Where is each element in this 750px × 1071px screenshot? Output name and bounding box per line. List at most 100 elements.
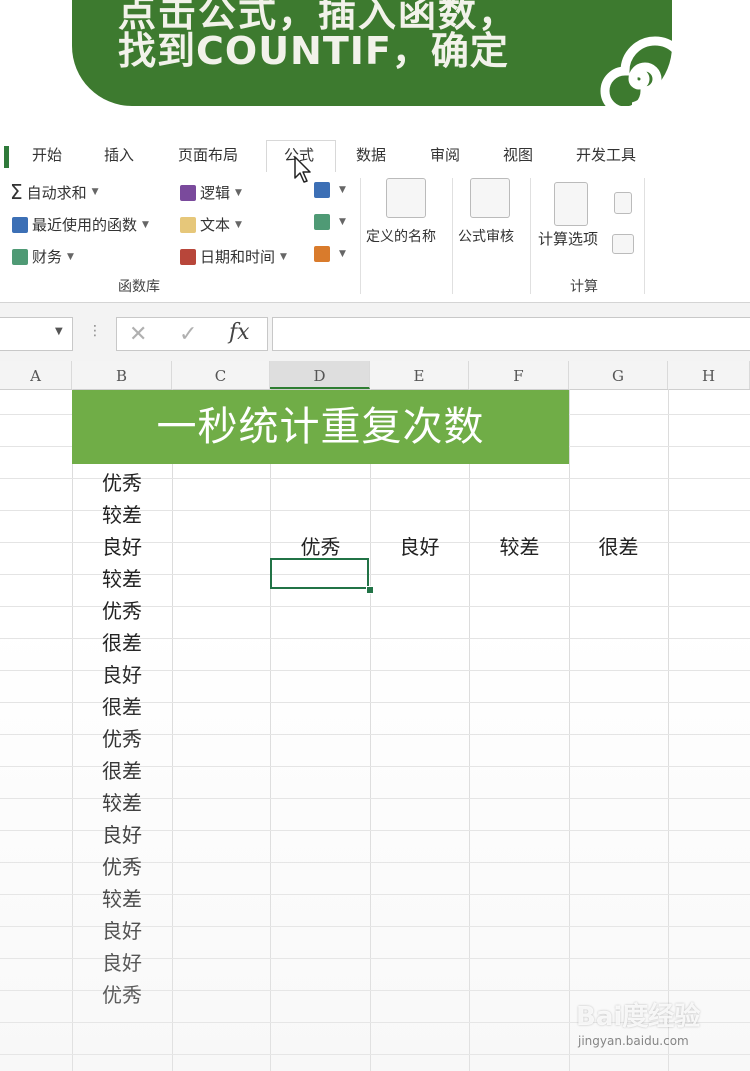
cell-b-value[interactable]: 良好 bbox=[72, 947, 172, 976]
cell-b-value[interactable]: 较差 bbox=[72, 563, 172, 592]
cell-b-value[interactable]: 优秀 bbox=[72, 467, 172, 496]
banner-line-2: 找到COUNTIF，确定 bbox=[118, 29, 509, 73]
formula-auditing-icon bbox=[470, 178, 510, 218]
calculate-sheet-icon[interactable] bbox=[612, 234, 634, 254]
tab-insert[interactable]: 插入 bbox=[104, 144, 134, 165]
cell-b-value[interactable]: 较差 bbox=[72, 883, 172, 912]
cell-b-value[interactable]: 较差 bbox=[72, 499, 172, 528]
cell-b-value[interactable]: 优秀 bbox=[72, 595, 172, 624]
column-header-a[interactable]: A bbox=[0, 361, 72, 389]
resize-handle-icon[interactable]: ⋮ bbox=[88, 323, 102, 339]
math-icon bbox=[314, 214, 330, 230]
logical-label: 逻辑 bbox=[200, 184, 231, 202]
tab-home[interactable]: 开始 bbox=[32, 144, 62, 165]
tab-review[interactable]: 审阅 bbox=[430, 144, 460, 165]
ribbon-separator bbox=[530, 178, 531, 294]
fill-handle[interactable] bbox=[366, 586, 374, 594]
text-label: 文本 bbox=[200, 216, 231, 234]
file-tab-edge[interactable] bbox=[4, 146, 9, 168]
sigma-icon: Σ bbox=[10, 180, 23, 204]
selected-cell-d6[interactable] bbox=[270, 558, 369, 589]
cell-b-value[interactable]: 良好 bbox=[72, 531, 172, 560]
column-header-f[interactable]: F bbox=[469, 361, 569, 389]
defined-names-button[interactable]: 定义的名称 bbox=[366, 226, 436, 246]
chevron-down-icon[interactable]: ▼ bbox=[55, 326, 63, 337]
recent-functions-button[interactable]: 最近使用的函数 ▼ bbox=[12, 214, 149, 235]
calculator-icon bbox=[554, 182, 588, 226]
tab-page-layout[interactable]: 页面布局 bbox=[178, 144, 238, 165]
cell-b-value[interactable]: 优秀 bbox=[72, 979, 172, 1008]
column-header-e[interactable]: E bbox=[370, 361, 469, 389]
calculation-group-label: 计算 bbox=[570, 279, 598, 295]
logical-book-icon bbox=[180, 184, 196, 201]
formula-auditing-button[interactable]: 公式审核 bbox=[458, 226, 514, 246]
formula-bar: ▼ ⋮ ✕ ✓ fx bbox=[0, 303, 750, 362]
ribbon-separator bbox=[452, 178, 453, 294]
calc-options-button[interactable]: 计算选项 bbox=[538, 228, 598, 249]
ribbon-tabs: 开始 插入 页面布局 公式 数据 审阅 视图 开发工具 bbox=[0, 140, 750, 173]
financial-button[interactable]: 财务 ▼ bbox=[12, 246, 74, 267]
ribbon-separator bbox=[360, 178, 361, 294]
chevron-down-icon: ▼ bbox=[235, 187, 242, 198]
cell-b-value[interactable]: 良好 bbox=[72, 659, 172, 688]
autosum-button[interactable]: Σ 自动求和 ▼ bbox=[10, 180, 99, 204]
math-trig-button[interactable]: ▼ bbox=[314, 214, 346, 230]
cell-b-value[interactable]: 良好 bbox=[72, 915, 172, 944]
name-box[interactable]: ▼ bbox=[0, 317, 73, 351]
swirl-decoration-icon bbox=[600, 36, 682, 116]
cell-b-value[interactable]: 很差 bbox=[72, 627, 172, 656]
column-header-h[interactable]: H bbox=[668, 361, 750, 389]
chevron-down-icon: ▼ bbox=[280, 251, 287, 262]
column-header-c[interactable]: C bbox=[172, 361, 270, 389]
grid-column-line bbox=[270, 389, 271, 1071]
tab-developer[interactable]: 开发工具 bbox=[576, 144, 636, 165]
clock-book-icon bbox=[180, 248, 196, 265]
grid-column-line bbox=[172, 389, 173, 1071]
cell-b-value[interactable]: 很差 bbox=[72, 691, 172, 720]
cell-b-value[interactable]: 很差 bbox=[72, 755, 172, 784]
logical-button[interactable]: 逻辑 ▼ bbox=[180, 182, 242, 203]
insert-function-button[interactable]: fx bbox=[229, 320, 250, 345]
header-cell-good[interactable]: 良好 bbox=[370, 531, 469, 560]
cell-b-value[interactable]: 优秀 bbox=[72, 723, 172, 752]
cancel-icon[interactable]: ✕ bbox=[129, 322, 147, 347]
header-cell-poor[interactable]: 较差 bbox=[470, 531, 569, 560]
chevron-down-icon: ▼ bbox=[339, 249, 346, 259]
chevron-down-icon: ▼ bbox=[142, 219, 149, 230]
sheet-title-banner[interactable]: 一秒统计重复次数 bbox=[72, 390, 569, 464]
datetime-button[interactable]: 日期和时间 ▼ bbox=[180, 246, 287, 267]
more-functions-button[interactable]: ▼ bbox=[314, 246, 346, 262]
star-book-icon bbox=[12, 216, 28, 233]
text-functions-button[interactable]: 文本 ▼ bbox=[180, 214, 242, 235]
formula-input[interactable] bbox=[272, 317, 750, 351]
ribbon-panel: Σ 自动求和 ▼ 最近使用的函数 ▼ 财务 ▼ 逻辑 ▼ 文本 ▼ 日期和时间 … bbox=[0, 172, 750, 303]
column-header-g[interactable]: G bbox=[569, 361, 668, 389]
cell-b-value[interactable]: 良好 bbox=[72, 819, 172, 848]
calculate-now-icon[interactable] bbox=[614, 192, 632, 214]
header-cell-excellent[interactable]: 优秀 bbox=[271, 531, 370, 560]
grid-column-line bbox=[569, 389, 570, 1071]
tab-view[interactable]: 视图 bbox=[503, 144, 533, 165]
watermark-url: jingyan.baidu.com bbox=[578, 1034, 689, 1048]
formula-buttons: ✕ ✓ fx bbox=[116, 317, 268, 351]
defined-names-icon bbox=[386, 178, 426, 218]
cell-b-value[interactable]: 优秀 bbox=[72, 851, 172, 880]
chevron-down-icon: ▼ bbox=[67, 251, 74, 262]
financial-book-icon bbox=[12, 248, 28, 265]
header-cell-very-poor[interactable]: 很差 bbox=[569, 531, 668, 560]
lookup-reference-button[interactable]: ▼ bbox=[314, 182, 346, 198]
financial-label: 财务 bbox=[32, 248, 63, 266]
column-header-d[interactable]: D bbox=[270, 361, 370, 389]
chevron-down-icon: ▼ bbox=[339, 217, 346, 227]
column-header-b[interactable]: B bbox=[72, 361, 172, 389]
instruction-banner: 点击公式，插入函数， 找到COUNTIF，确定 bbox=[0, 0, 750, 140]
cell-b-value[interactable]: 较差 bbox=[72, 787, 172, 816]
datetime-label: 日期和时间 bbox=[200, 248, 276, 266]
recent-functions-label: 最近使用的函数 bbox=[32, 216, 138, 234]
tab-data[interactable]: 数据 bbox=[356, 144, 386, 165]
enter-check-icon[interactable]: ✓ bbox=[179, 322, 197, 347]
worksheet: A B C D E F G H 一秒统计重复次数 优秀 较差 良好 较差 优秀 很差 良好很… bbox=[0, 361, 750, 1071]
watermark-text: Bai度经验 bbox=[576, 1002, 701, 1032]
mouse-pointer-icon bbox=[294, 156, 311, 183]
chevron-down-icon: ▼ bbox=[235, 219, 242, 230]
